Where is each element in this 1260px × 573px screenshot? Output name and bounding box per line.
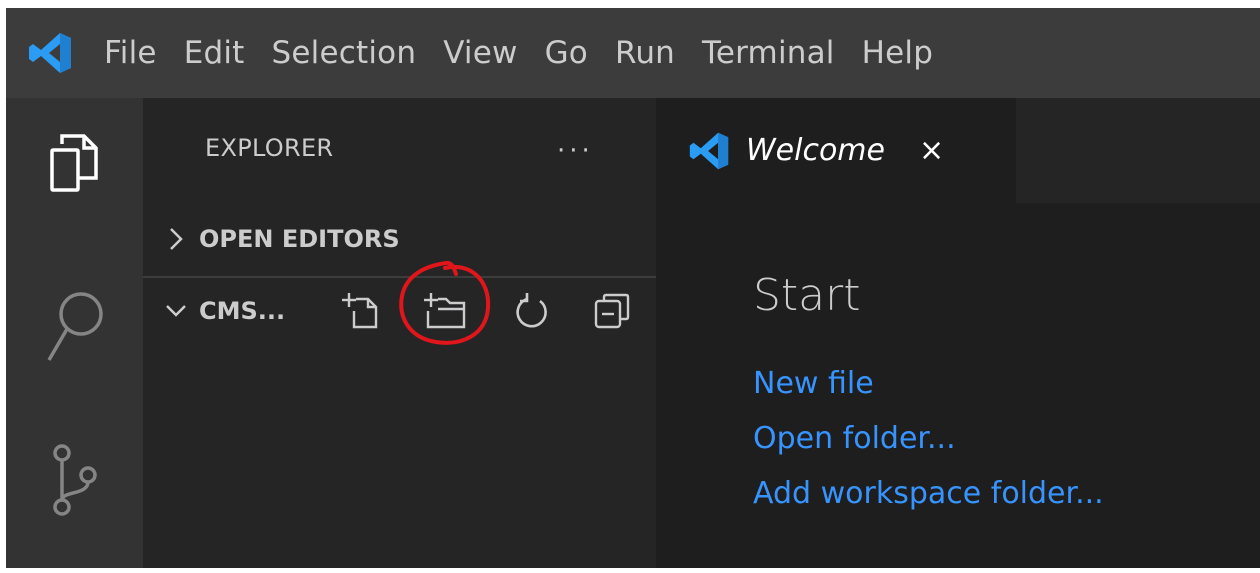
folder-section[interactable]: CMS... [143,289,333,333]
menu-bar: File Edit Selection View Go Run Terminal… [104,35,960,71]
menu-selection[interactable]: Selection [272,35,417,71]
title-bar: File Edit Selection View Go Run Terminal… [6,8,1260,98]
chevron-down-icon [161,303,191,319]
menu-file[interactable]: File [104,35,157,71]
folder-label: CMS... [199,297,286,325]
explorer-icon[interactable] [6,132,143,194]
vscode-window: File Edit Selection View Go Run Terminal… [6,8,1260,568]
vscode-logo-icon [24,8,76,98]
chevron-right-icon [161,226,191,252]
menu-edit[interactable]: Edit [184,35,245,71]
new-folder-icon[interactable] [423,288,469,334]
add-workspace-folder-link[interactable]: Add workspace folder... [753,476,1104,511]
editor-area: Welcome × Start New file Open folder... … [656,98,1260,568]
open-editors-section[interactable]: OPEN EDITORS [143,217,656,261]
menu-terminal[interactable]: Terminal [702,35,835,71]
menu-view[interactable]: View [443,35,517,71]
new-file-icon[interactable] [339,288,385,334]
start-heading: Start [753,270,861,321]
vscode-tab-icon [688,130,730,172]
open-folder-link[interactable]: Open folder... [753,421,956,456]
menu-run[interactable]: Run [615,35,675,71]
refresh-icon[interactable] [509,288,555,334]
tab-label: Welcome [746,133,885,168]
tab-welcome[interactable]: Welcome × [656,98,1016,203]
open-editors-label: OPEN EDITORS [199,225,400,253]
explorer-sidebar: EXPLORER ··· OPEN EDITORS CMS... [143,98,656,568]
activity-bar [6,98,143,568]
sidebar-title: EXPLORER [205,134,334,162]
new-file-link[interactable]: New file [753,366,874,401]
close-icon[interactable]: × [919,133,944,168]
more-actions-button[interactable]: ··· [557,136,594,166]
collapse-all-icon[interactable] [589,288,635,334]
source-control-icon[interactable] [6,443,143,519]
section-divider [143,276,656,278]
menu-go[interactable]: Go [545,35,588,71]
menu-help[interactable]: Help [862,35,933,71]
tabs-bar: Welcome × [656,98,1260,203]
search-icon[interactable] [6,288,143,364]
